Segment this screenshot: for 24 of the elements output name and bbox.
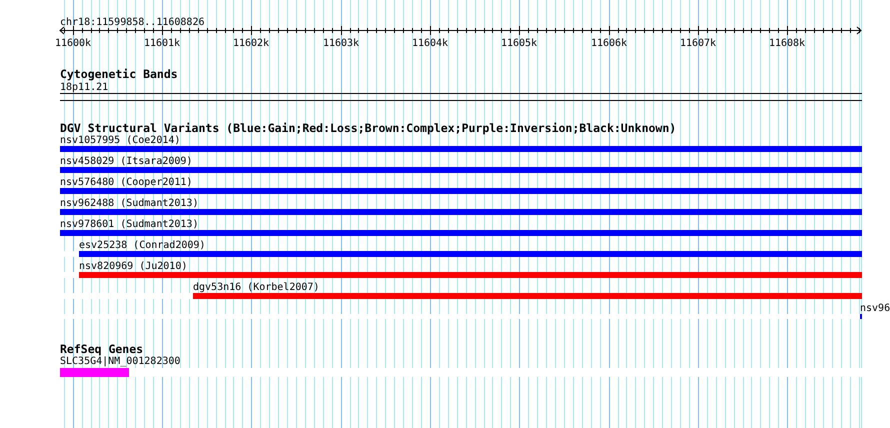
variant-label: nsv458029 (Itsara2009) bbox=[60, 156, 192, 167]
track-title: Cytogenetic Bands bbox=[60, 67, 178, 81]
tick-label: 11605k bbox=[500, 38, 538, 49]
track-title: DGV Structural Variants (Blue:Gain;Red:Loss;Brown:Complex;Purple:Inversion;Black:Unknown) bbox=[60, 121, 676, 135]
variant-label: nsv978601 (Sudmant2013) bbox=[60, 219, 198, 230]
tick-label: 11602k bbox=[232, 38, 270, 49]
location-label: chr18:11599858..11608826 bbox=[60, 17, 204, 28]
tick-label: 11601k bbox=[144, 38, 180, 49]
tick-label: 11600k bbox=[54, 38, 92, 49]
tick-label: 11604k bbox=[412, 38, 448, 49]
variant-label: nsv820969 (Ju2010) bbox=[79, 261, 188, 272]
variant-label: nsv576480 (Cooper2011) bbox=[60, 177, 192, 188]
variant-label: dgv53n16 (Korbel2007) bbox=[193, 282, 320, 293]
band-label: 18p11.21 bbox=[60, 82, 108, 93]
track-title: RefSeq Genes bbox=[60, 342, 144, 356]
variant-label: nsv1057995 (Coe2014) bbox=[60, 135, 180, 146]
variant-label: esv25238 (Conrad2009) bbox=[79, 240, 206, 251]
variant-label: nsv96 bbox=[860, 303, 890, 314]
tick-label: 11603k bbox=[322, 38, 360, 49]
tick-label: 11608k bbox=[768, 38, 806, 49]
gene-label: SLC35G4|NM_001282300 bbox=[60, 356, 180, 367]
tick-label: 11607k bbox=[680, 38, 716, 49]
tick-label: 11606k bbox=[590, 38, 628, 49]
variant-label: nsv962488 (Sudmant2013) bbox=[60, 198, 198, 209]
